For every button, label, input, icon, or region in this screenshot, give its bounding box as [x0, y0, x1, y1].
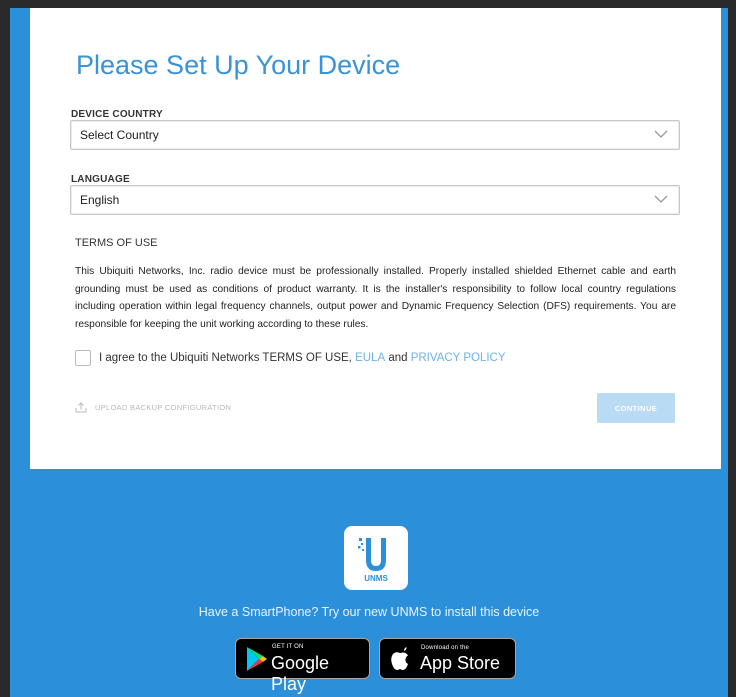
country-select[interactable]: Select Country — [70, 120, 680, 150]
setup-card: Please Set Up Your Device DEVICE COUNTRY… — [30, 8, 721, 469]
google-play-big-text: Google Play — [271, 653, 330, 694]
agree-checkbox[interactable] — [75, 350, 91, 366]
terms-body: This Ubiquiti Networks, Inc. radio devic… — [75, 266, 676, 330]
chevron-down-icon — [654, 130, 668, 138]
country-select-value: Select Country — [80, 128, 159, 142]
upload-backup-label: UPLOAD BACKUP CONFIGURATION — [95, 403, 232, 412]
promo-text: Have a SmartPhone? Try our new UNMS to i… — [198, 605, 540, 619]
app-store-big-text: App Store — [420, 653, 501, 673]
language-select-value: English — [80, 193, 120, 207]
country-label: DEVICE COUNTRY — [71, 109, 163, 120]
privacy-policy-link[interactable]: PRIVACY POLICY — [411, 352, 506, 364]
app-store-badge[interactable]: Download on the App Store — [379, 638, 516, 679]
agree-text: I agree to the Ubiquiti Networks TERMS O… — [99, 352, 356, 364]
upload-backup-button[interactable]: UPLOAD BACKUP CONFIGURATION — [75, 402, 231, 413]
upload-icon — [75, 402, 87, 413]
chevron-down-icon — [654, 195, 668, 203]
agree-and: and — [385, 352, 411, 364]
continue-button[interactable]: CONTINUE — [597, 393, 675, 423]
apple-icon — [391, 647, 408, 670]
google-play-small-text: GET IT ON — [272, 644, 304, 650]
language-select[interactable]: English — [70, 185, 680, 215]
page-title: Please Set Up Your Device — [76, 50, 401, 80]
agree-row: I agree to the Ubiquiti Networks TERMS O… — [75, 349, 506, 367]
google-play-badge[interactable]: GET IT ON Google Play — [235, 638, 370, 694]
unms-logo-text: UNMS — [364, 574, 388, 583]
terms-heading: TERMS OF USE — [75, 237, 158, 249]
app-store-small-text: Download on the — [421, 645, 470, 651]
google-play-icon — [247, 647, 267, 671]
eula-link[interactable]: EULA — [355, 352, 385, 364]
unms-app-logo[interactable]: UNMS — [344, 526, 408, 590]
language-label: LANGUAGE — [71, 174, 130, 185]
